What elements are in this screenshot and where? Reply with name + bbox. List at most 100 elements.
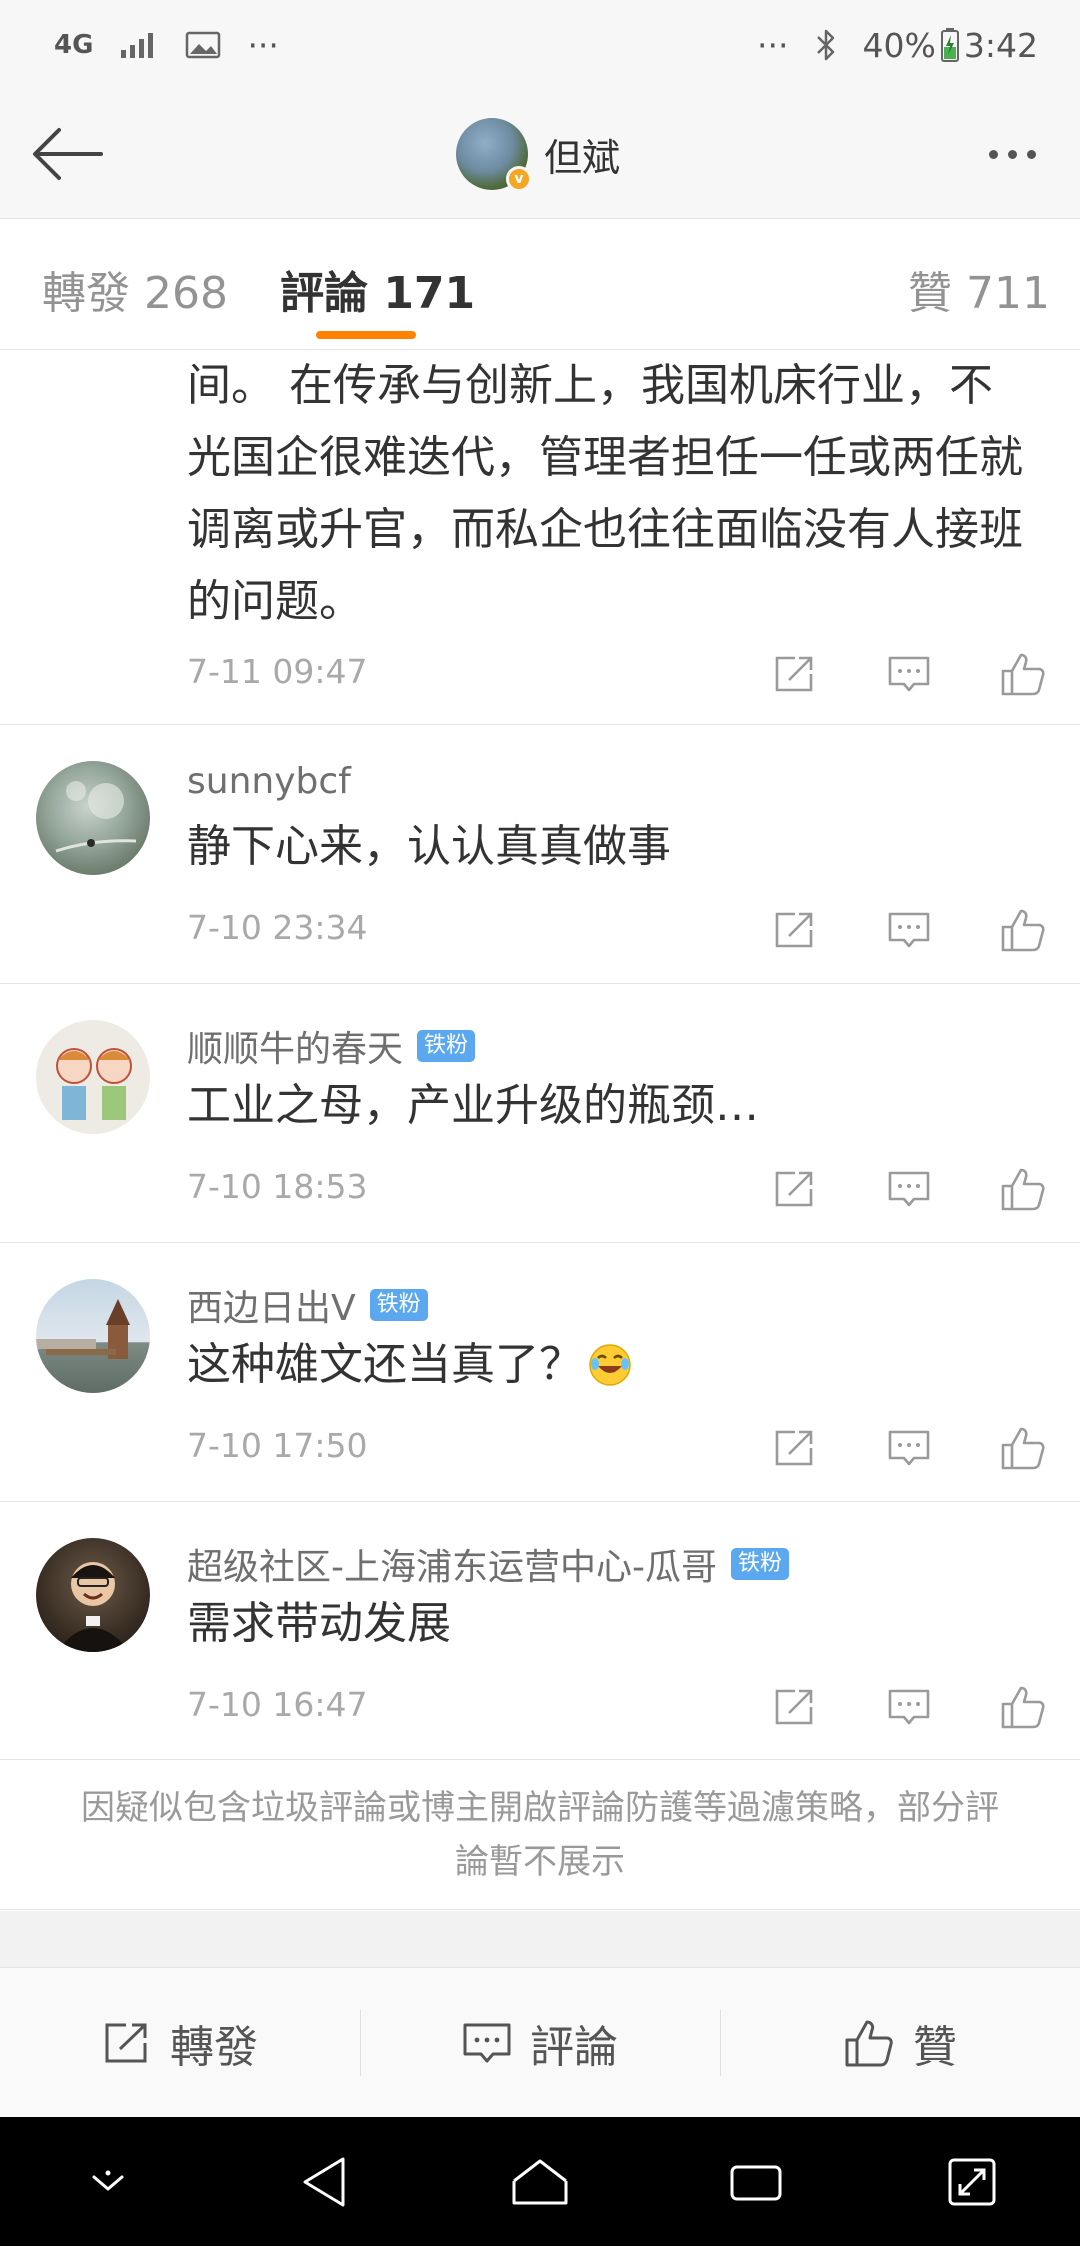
fan-badge: 铁粉: [369, 1288, 428, 1322]
comment-username[interactable]: sunnybcf: [187, 761, 351, 802]
nav-hide-button[interactable]: [53, 2127, 163, 2237]
bluetooth-icon: [815, 28, 837, 62]
like-button[interactable]: [966, 892, 1080, 968]
header-user[interactable]: v 但斌: [456, 116, 620, 192]
comment-text-line: 光国企很难迭代，管理者担任一任或两任就: [187, 432, 1023, 483]
share-button[interactable]: [738, 1669, 852, 1745]
status-more-right: ···: [757, 25, 789, 65]
comment-label: 評論: [530, 2021, 618, 2073]
laughing-emoji-icon: [589, 1344, 631, 1386]
share-button[interactable]: [738, 1151, 852, 1227]
like-button[interactable]: [966, 1669, 1080, 1745]
avatar-image: [36, 1299, 130, 1359]
like-button[interactable]: [966, 1151, 1080, 1227]
comment-button[interactable]: [852, 1410, 966, 1486]
comment-time: 7-10 17:50: [187, 1426, 368, 1465]
comment-button[interactable]: [852, 892, 966, 968]
comment-name-row: 超级社区-上海浦东运营中心-瓜哥 铁粉: [187, 1538, 789, 1590]
like-icon: [1001, 653, 1045, 696]
comment-text-line: 间。 在传承与创新上，我国机床行业，不: [187, 360, 993, 411]
avatar[interactable]: v: [456, 118, 532, 192]
comment-time: 7-10 18:53: [187, 1167, 368, 1206]
share-button[interactable]: [738, 1410, 852, 1486]
share-icon: [775, 656, 813, 692]
status-left: 4G ···: [54, 26, 279, 65]
comment-button[interactable]: [852, 636, 966, 712]
status-bar: 4G ··· ··· 40% 3:42: [0, 0, 1080, 90]
more-icon-dot: [1026, 149, 1036, 159]
like-label: 贊: [913, 2021, 957, 2073]
page-title: 但斌: [544, 135, 621, 180]
comment-icon: [888, 1430, 930, 1466]
comment-icon: [888, 656, 930, 692]
share-button[interactable]: [738, 892, 852, 968]
tab-likes[interactable]: 贊 711: [908, 257, 1050, 321]
comment-actions: [738, 1669, 1080, 1745]
comment-name-row: 顺顺牛的春天 铁粉: [187, 1020, 476, 1072]
triangle-back-icon: [303, 2157, 345, 2206]
comment-username[interactable]: 顺顺牛的春天: [187, 1020, 403, 1072]
comment-action-button[interactable]: 評論: [360, 1968, 720, 2117]
comment-actions: [738, 636, 1080, 712]
nav-recents-button[interactable]: [701, 2127, 811, 2237]
like-button[interactable]: [966, 1410, 1080, 1486]
more-icon-dot: [1007, 149, 1017, 159]
more-icon: [988, 149, 998, 159]
like-icon: [1001, 1427, 1045, 1470]
fan-badge: 铁粉: [730, 1547, 789, 1581]
comment-avatar[interactable]: [36, 1538, 150, 1652]
comment-avatar[interactable]: [36, 761, 150, 875]
comment-avatar[interactable]: [36, 1279, 150, 1393]
tab-comments[interactable]: 評論 171: [280, 257, 475, 321]
comment-username[interactable]: 西边日出V: [187, 1279, 356, 1331]
battery-group: 40% 3:42: [863, 26, 1038, 65]
comment-name-row: 西边日出V 铁粉: [187, 1279, 428, 1331]
header: v 但斌: [0, 90, 1080, 218]
avatar-image: [56, 1562, 130, 1652]
comment-button[interactable]: [852, 1151, 966, 1227]
nav-rotate-button[interactable]: [917, 2127, 1027, 2237]
comment-actions: [738, 1151, 1080, 1227]
like-action-button[interactable]: 贊: [720, 1968, 1080, 2117]
battery-percent: 40%: [862, 25, 936, 65]
like-button[interactable]: [966, 636, 1080, 712]
repost-label: 轉發: [170, 2021, 258, 2073]
nav-home-button[interactable]: [485, 2127, 595, 2237]
comment-item: 间。 在传承与创新上，我国机床行业，不 光国企很难迭代，管理者担任一任或两任就 …: [0, 350, 1080, 725]
comment-avatar[interactable]: [36, 1020, 150, 1134]
battery-icon: [940, 27, 960, 63]
expand-icon: [948, 2158, 996, 2205]
comment-time: 7-10 16:47: [187, 1685, 368, 1724]
comment-username[interactable]: 超级社区-上海浦东运营中心-瓜哥: [187, 1538, 717, 1590]
back-button[interactable]: [24, 116, 110, 192]
avatar-image: [55, 781, 137, 853]
signal-icon: [119, 30, 159, 60]
more-button[interactable]: [974, 116, 1050, 192]
comment-text: 间。 在传承与创新上，我国机床行业，不 光国企很难迭代，管理者担任一任或两任就 …: [187, 350, 1047, 638]
comment-list[interactable]: 间。 在传承与创新上，我国机床行业，不 光国企很难迭代，管理者担任一任或两任就 …: [0, 350, 1080, 1760]
comment-icon: [888, 1689, 930, 1725]
share-button[interactable]: [738, 636, 852, 712]
tab-reposts[interactable]: 轉發 268: [42, 257, 228, 321]
comment-button[interactable]: [852, 1669, 966, 1745]
comment-text-line: 调离或升官，而私企也往往面临没有人接班: [187, 504, 1023, 555]
repost-button[interactable]: 轉發: [0, 1968, 360, 2117]
nav-back-button[interactable]: [269, 2127, 379, 2237]
comment-item: 顺顺牛的春天 铁粉 工业之母，产业升级的瓶颈… 7-10 18:53: [0, 984, 1080, 1243]
comment-actions: [738, 1410, 1080, 1486]
comment-item: 超级社区-上海浦东运营中心-瓜哥 铁粉 需求带动发展 7-10 16:47: [0, 1502, 1080, 1760]
comment-time: 7-10 23:34: [187, 908, 368, 947]
share-icon: [775, 1430, 813, 1466]
comment-item: sunnybcf 静下心来，认认真真做事 7-10 23:34: [0, 725, 1080, 984]
comment-time: 7-11 09:47: [187, 652, 368, 691]
like-icon: [1001, 909, 1045, 952]
like-icon: [845, 2020, 893, 2066]
network-type: 4G: [54, 30, 94, 60]
system-nav-bar: [0, 2117, 1080, 2246]
home-icon: [512, 2159, 568, 2204]
fan-badge: 铁粉: [417, 1029, 476, 1063]
comment-actions: [738, 892, 1080, 968]
avatar-image: [56, 1048, 132, 1120]
comment-text: 需求带动发展: [187, 1598, 451, 1649]
filter-notice-text: 因疑似包含垃圾評論或博主開啟評論防護等過濾策略，部分評論暫不展示: [81, 1787, 999, 1882]
